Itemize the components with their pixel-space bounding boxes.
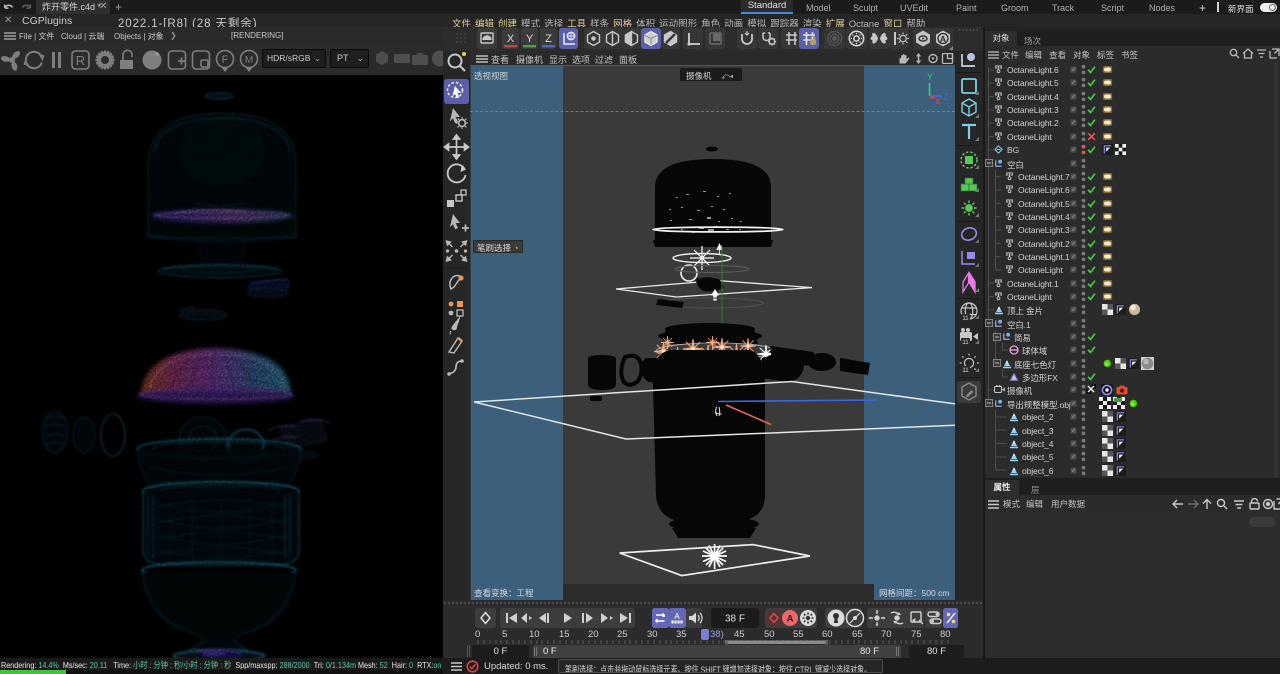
svg-text:X: X — [507, 33, 515, 45]
svg-text:A: A — [787, 614, 794, 625]
svg-text:11: 11 — [962, 368, 969, 374]
svg-text:38 F: 38 F — [725, 614, 745, 625]
svg-text:Z: Z — [545, 33, 552, 45]
svg-text:11: 11 — [962, 340, 969, 346]
svg-text:F: F — [222, 54, 229, 66]
svg-text:A: A — [940, 34, 946, 44]
svg-text:M: M — [245, 55, 253, 66]
svg-text:R: R — [76, 53, 85, 68]
svg-text:Y: Y — [526, 33, 534, 45]
svg-text:11: 11 — [962, 316, 969, 322]
svg-text:A: A — [674, 612, 680, 621]
